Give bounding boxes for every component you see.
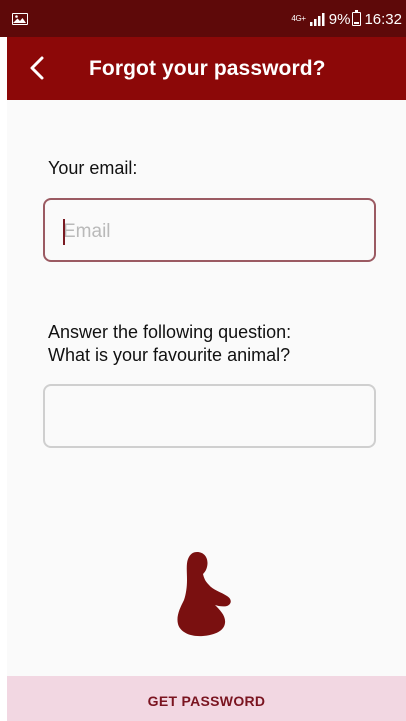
status-bar: 4G+ 9% 16:32: [0, 0, 406, 37]
app-bar: Forgot your password?: [7, 37, 406, 100]
security-question-label: Answer the following question:: [48, 322, 292, 342]
signal-strength-icon: [309, 12, 325, 26]
text-cursor: [63, 219, 65, 245]
clock: 16:32: [364, 10, 402, 28]
battery-percent: 9%: [328, 10, 351, 28]
gallery-notification-icon: [12, 13, 28, 25]
status-indicators: 4G+ 9% 16:32: [291, 9, 402, 29]
security-question-text: What is your favourite animal?: [48, 345, 291, 365]
get-password-button[interactable]: GET PASSWORD: [7, 676, 406, 721]
answer-input[interactable]: [63, 404, 353, 432]
email-input[interactable]: [63, 218, 353, 246]
network-type: 4G+: [291, 14, 306, 23]
back-button[interactable]: [23, 53, 53, 83]
page-title: Forgot your password?: [89, 57, 326, 80]
answer-field[interactable]: [43, 384, 376, 448]
email-label: Your email:: [48, 158, 138, 178]
battery-icon: [352, 9, 362, 26]
pregnant-woman-silhouette-icon: [177, 552, 231, 637]
email-field[interactable]: [43, 198, 376, 262]
